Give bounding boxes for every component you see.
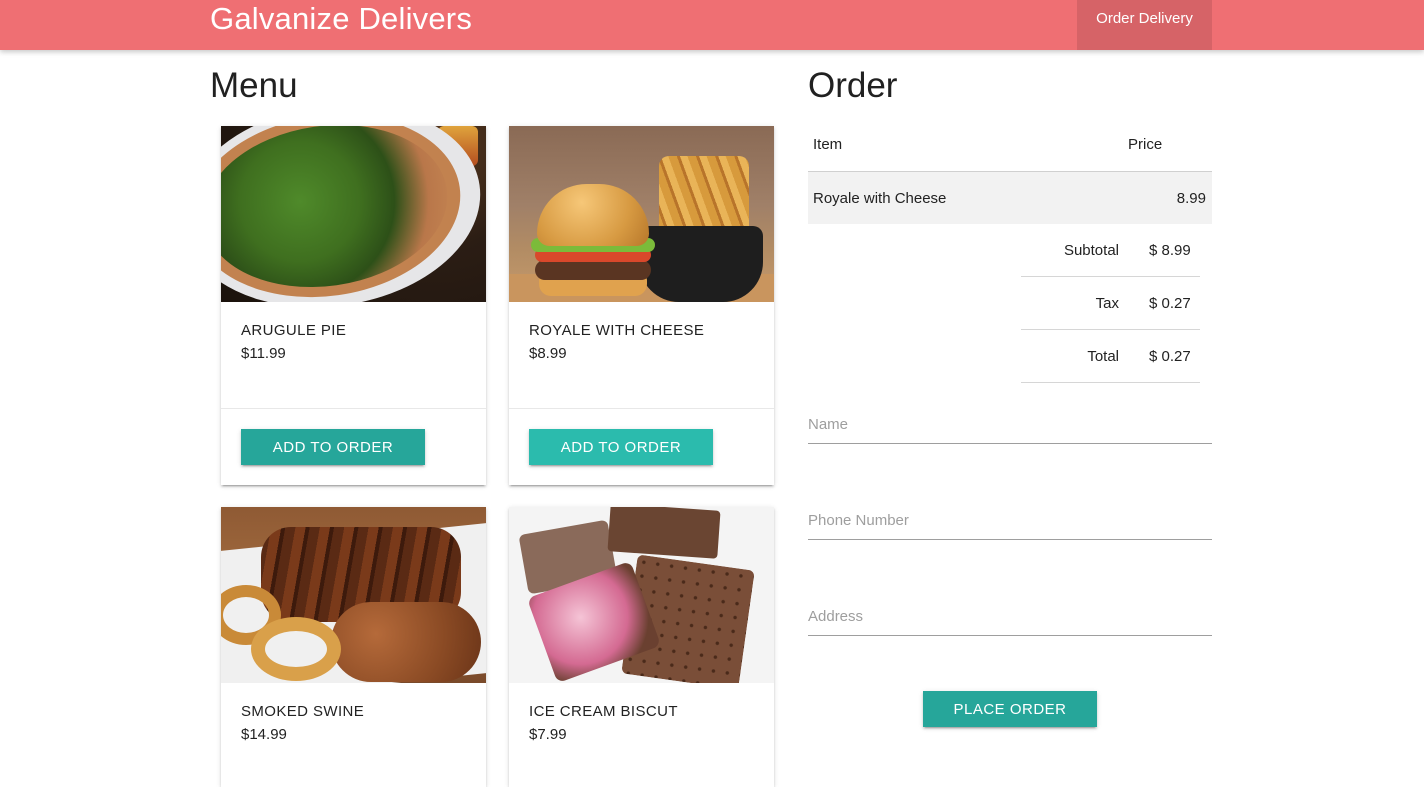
name-input[interactable] xyxy=(808,409,1212,439)
card-item-price: $14.99 xyxy=(241,726,287,743)
total-value: $ 0.27 xyxy=(1149,329,1200,383)
burger-photo xyxy=(509,126,774,302)
address-field xyxy=(808,601,1212,636)
column-header-item: Item xyxy=(808,118,1122,172)
card-item-price: $7.99 xyxy=(529,726,567,743)
menu-card-ice-cream-biscut: ICE CREAM BISCUT $7.99 xyxy=(509,507,774,787)
phone-input[interactable] xyxy=(808,505,1212,535)
add-to-order-button[interactable]: ADD TO ORDER xyxy=(529,429,713,465)
order-item-price: 8.99 xyxy=(1176,189,1206,207)
menu-card-royale-with-cheese: ROYALE WITH CHEESE $8.99 ADD TO ORDER xyxy=(509,126,774,485)
total-label: Total xyxy=(1021,329,1149,383)
subtotal-value: $ 8.99 xyxy=(1149,224,1200,277)
order-table-header: Item Price xyxy=(808,118,1212,172)
brand-title[interactable]: Galvanize Delivers xyxy=(210,0,472,40)
name-field xyxy=(808,409,1212,444)
card-item-name: ARUGULE PIE xyxy=(241,322,347,339)
card-action: ADD TO ORDER xyxy=(221,408,486,487)
table-row: Royale with Cheese 8.99 xyxy=(808,171,1212,224)
order-table: Item Price Royale with Cheese 8.99 xyxy=(808,118,1212,224)
card-item-name: ROYALE WITH CHEESE xyxy=(529,322,705,339)
menu-title: Menu xyxy=(210,66,298,105)
menu-card-smoked-swine: SMOKED SWINE $14.99 xyxy=(221,507,486,787)
subtotal-row: Subtotal $ 8.99 xyxy=(1021,224,1200,277)
ribs-photo xyxy=(221,507,486,683)
card-item-name: ICE CREAM BISCUT xyxy=(529,703,678,720)
card-item-price: $8.99 xyxy=(529,345,567,362)
tax-row: Tax $ 0.27 xyxy=(1021,276,1200,330)
order-delivery-link[interactable]: Order Delivery xyxy=(1077,0,1212,50)
phone-field xyxy=(808,505,1212,540)
total-row: Total $ 0.27 xyxy=(1021,329,1200,383)
place-order-button[interactable]: PLACE ORDER xyxy=(923,691,1097,727)
tax-value: $ 0.27 xyxy=(1149,276,1200,330)
order-item-name: Royale with Cheese xyxy=(813,189,947,207)
subtotal-label: Subtotal xyxy=(1021,224,1149,277)
card-item-price: $11.99 xyxy=(241,345,286,362)
address-input[interactable] xyxy=(808,601,1212,631)
pizza-photo xyxy=(221,126,486,302)
menu-card-arugule-pie: ARUGULE PIE $11.99 ADD TO ORDER xyxy=(221,126,486,485)
ice-cream-sandwich-photo xyxy=(509,507,774,683)
order-title: Order xyxy=(808,66,898,105)
top-navbar: Galvanize Delivers Order Delivery xyxy=(0,0,1424,50)
add-to-order-button[interactable]: ADD TO ORDER xyxy=(241,429,425,465)
card-item-name: SMOKED SWINE xyxy=(241,703,365,720)
column-header-price: Price xyxy=(1122,118,1212,172)
tax-label: Tax xyxy=(1021,276,1149,330)
order-totals: Subtotal $ 8.99 Tax $ 0.27 Total $ 0.27 xyxy=(1021,224,1200,383)
card-action: ADD TO ORDER xyxy=(509,408,774,487)
